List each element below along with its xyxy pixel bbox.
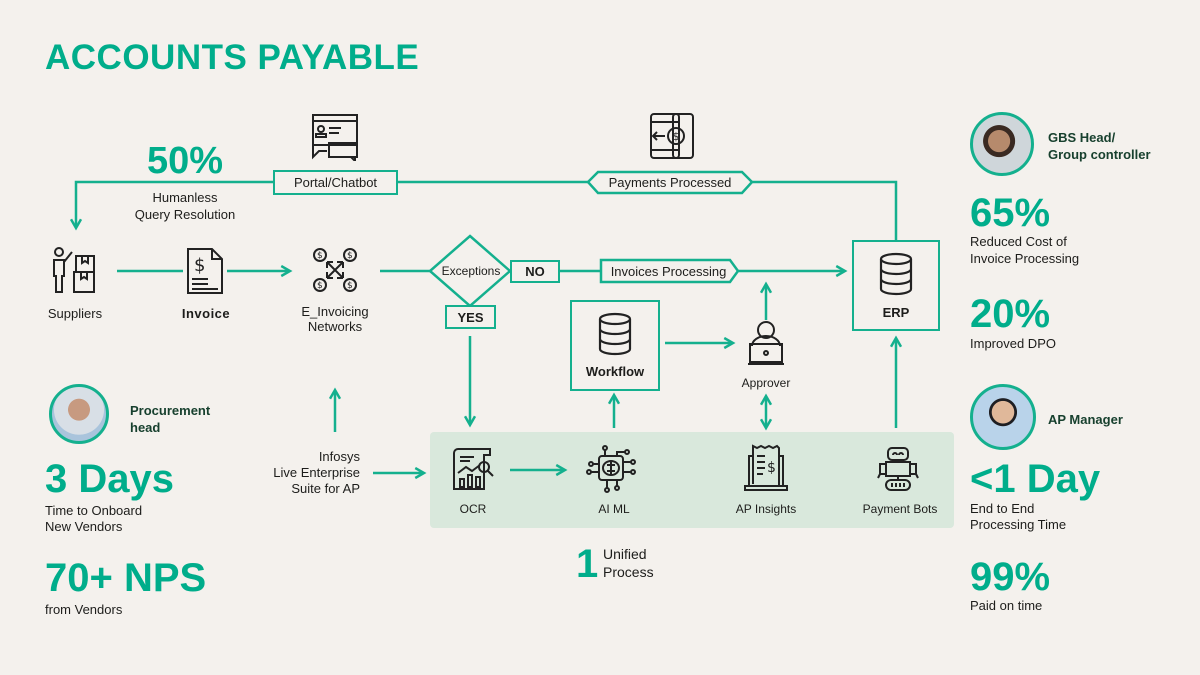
persona-role-line1: GBS Head/ — [1048, 130, 1116, 145]
stat-value-onboard: 3 Days — [45, 457, 174, 501]
supplier-boxes-icon — [53, 247, 95, 293]
workflow-node[interactable]: Workflow — [570, 300, 660, 391]
infosys-line2: Live Enterprise — [273, 465, 360, 480]
persona-role-line2: head — [130, 420, 161, 435]
portal-chatbot-node[interactable]: Portal/Chatbot — [273, 170, 398, 195]
persona-ap-manager: AP Manager — [1048, 412, 1123, 427]
stat-label-processing-time: End to End Processing Time — [970, 501, 1066, 533]
svg-text:$: $ — [347, 281, 353, 291]
suite-item-ocr: OCR — [459, 502, 487, 516]
approver-label: Approver — [741, 376, 791, 390]
erp-label: ERP — [882, 305, 910, 320]
svg-text:$: $ — [347, 251, 353, 261]
svg-text:$: $ — [194, 255, 205, 276]
stat-label-dpo: Improved DPO — [970, 336, 1056, 351]
invoice-document-icon: $ — [187, 248, 223, 294]
infosys-line3: Suite for AP — [291, 481, 360, 496]
avatar-gbs-head — [970, 112, 1034, 176]
stat-label-line1: Reduced Cost of — [970, 234, 1067, 249]
avatar-ap-manager — [970, 384, 1036, 450]
infosys-suite-label: Infosys Live Enterprise Suite for AP — [240, 449, 360, 497]
database-icon — [598, 312, 632, 356]
stat-label-line2: Invoice Processing — [970, 251, 1080, 266]
unified-process-line2: Process — [603, 564, 654, 580]
persona-role-line1: Procurement — [130, 403, 211, 418]
payments-processed-node[interactable]: Payments Processed — [588, 172, 752, 193]
persona-gbs-head: GBS Head/ Group controller — [1048, 129, 1151, 163]
persona-procurement-head: Procurement head — [130, 402, 210, 436]
stat-value-paid-on-time: 99% — [970, 555, 1051, 599]
svg-text:$: $ — [767, 460, 776, 476]
network-dollar-icon: $ $ $ $ — [313, 248, 357, 292]
no-branch-node[interactable]: NO — [510, 260, 560, 283]
einvoicing-label-line1: E_Invoicing — [301, 304, 369, 319]
persona-role-line2: Group controller — [1048, 147, 1151, 162]
query-resolution-label: Humanless Query Resolution — [115, 189, 255, 223]
payments-processed-label: Payments Processed — [608, 175, 732, 190]
suite-item-ap-insights: AP Insights — [735, 502, 797, 516]
query-resolution-value: 50% — [146, 140, 224, 182]
person-laptop-icon — [748, 321, 784, 365]
einvoicing-label: E_Invoicing Networks — [285, 304, 385, 334]
invoices-processing-label: Invoices Processing — [610, 263, 727, 279]
avatar-procurement-head — [49, 384, 109, 444]
ocr-chart-icon — [453, 448, 494, 490]
invoice-label: Invoice — [181, 306, 231, 321]
stat-value-processing-time: <1 Day — [970, 457, 1101, 501]
no-label: NO — [525, 264, 545, 279]
stat-label-cost: Reduced Cost of Invoice Processing — [970, 233, 1079, 267]
svg-text:$: $ — [673, 130, 680, 143]
query-resolution-label-line1: Humanless — [152, 190, 218, 205]
stat-label-nps: from Vendors — [45, 602, 123, 617]
stat-label-onboard: Time to Onboard New Vendors — [45, 503, 142, 535]
stat-label-line1: Time to Onboard — [45, 503, 143, 518]
erp-node[interactable]: ERP — [852, 240, 940, 331]
invoices-processing-node[interactable]: Invoices Processing — [601, 260, 736, 282]
unified-process-number: 1 — [576, 542, 599, 586]
stat-label-line2: Processing Time — [970, 517, 1067, 532]
portal-chatbot-label: Portal/Chatbot — [293, 175, 378, 190]
suppliers-label: Suppliers — [47, 306, 103, 321]
workflow-label: Workflow — [585, 364, 645, 379]
unified-process-line1: Unified — [603, 546, 647, 562]
suite-item-payment-bots: Payment Bots — [862, 502, 938, 516]
yes-label: YES — [457, 309, 484, 325]
query-resolution-label-line2: Query Resolution — [134, 207, 236, 222]
unified-process-label: Unified Process — [603, 545, 654, 581]
stat-label-line1: End to End — [970, 501, 1035, 516]
stat-label-line2: New Vendors — [45, 519, 123, 534]
database-icon — [879, 252, 913, 296]
suite-item-aiml: AI ML — [598, 502, 630, 516]
stat-value-dpo: 20% — [970, 292, 1051, 336]
robot-icon — [877, 447, 919, 491]
svg-text:$: $ — [317, 251, 323, 261]
einvoicing-label-line2: Networks — [307, 319, 363, 334]
laptop-receipt-icon: $ — [744, 444, 788, 491]
brain-chip-icon — [586, 445, 636, 493]
yes-branch-node[interactable]: YES — [445, 305, 496, 329]
chat-window-icon — [312, 114, 358, 161]
mobile-payment-icon: $ — [650, 113, 694, 159]
stat-label-paid-on-time: Paid on time — [970, 598, 1043, 613]
stat-value-nps: 70+ NPS — [45, 556, 207, 600]
svg-text:$: $ — [317, 281, 323, 291]
exceptions-label: Exceptions — [441, 264, 501, 278]
stat-value-cost: 65% — [970, 191, 1051, 235]
infosys-line1: Infosys — [318, 449, 360, 464]
